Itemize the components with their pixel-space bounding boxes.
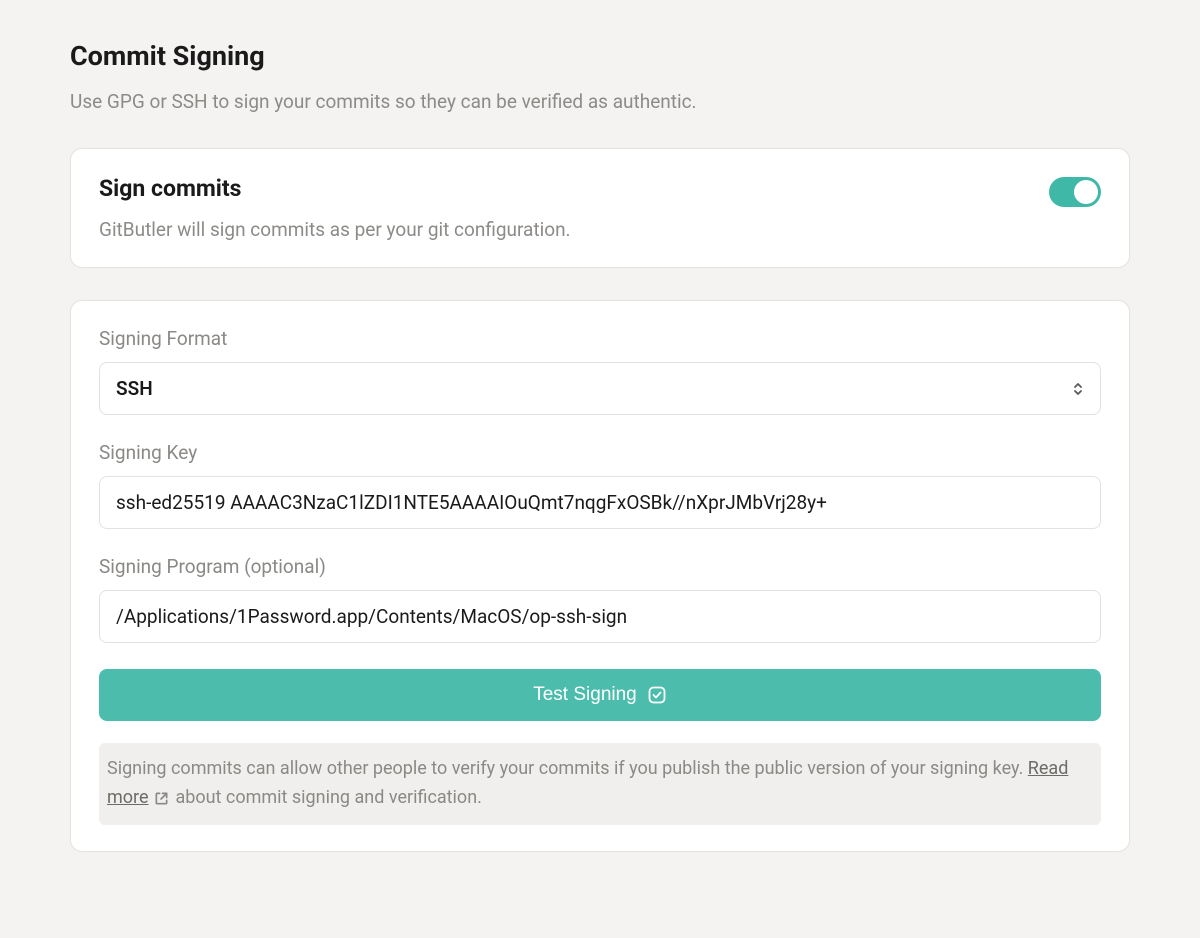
signing-program-input[interactable] xyxy=(99,590,1101,643)
sign-commits-card: Sign commits GitButler will sign commits… xyxy=(70,148,1130,268)
signing-format-select[interactable]: SSH xyxy=(99,362,1101,415)
signing-key-group: Signing Key xyxy=(99,441,1101,529)
page-subtitle: Use GPG or SSH to sign your commits so t… xyxy=(70,90,1130,113)
sign-commits-description: GitButler will sign commits as per your … xyxy=(99,218,1049,241)
signing-format-label: Signing Format xyxy=(99,327,1101,350)
sign-commits-title: Sign commits xyxy=(99,175,1049,202)
chevron-up-down-icon xyxy=(1072,381,1084,397)
info-text-after: about commit signing and verification. xyxy=(171,787,482,808)
check-box-icon xyxy=(647,685,667,705)
signing-format-value: SSH xyxy=(116,377,153,400)
signing-program-group: Signing Program (optional) xyxy=(99,555,1101,643)
sign-commits-toggle[interactable] xyxy=(1049,177,1101,207)
info-text-before: Signing commits can allow other people t… xyxy=(107,758,1028,779)
sign-commits-text: Sign commits GitButler will sign commits… xyxy=(99,175,1049,241)
external-link-icon xyxy=(154,791,169,806)
test-signing-button[interactable]: Test Signing xyxy=(99,669,1101,721)
page-title: Commit Signing xyxy=(70,40,1130,72)
signing-program-label: Signing Program (optional) xyxy=(99,555,1101,578)
signing-format-group: Signing Format SSH xyxy=(99,327,1101,415)
signing-settings-card: Signing Format SSH Signing Key Signing P… xyxy=(70,300,1130,852)
signing-key-input[interactable] xyxy=(99,476,1101,529)
test-signing-label: Test Signing xyxy=(533,684,637,706)
toggle-knob xyxy=(1074,180,1098,204)
signing-key-label: Signing Key xyxy=(99,441,1101,464)
info-box: Signing commits can allow other people t… xyxy=(99,743,1101,825)
